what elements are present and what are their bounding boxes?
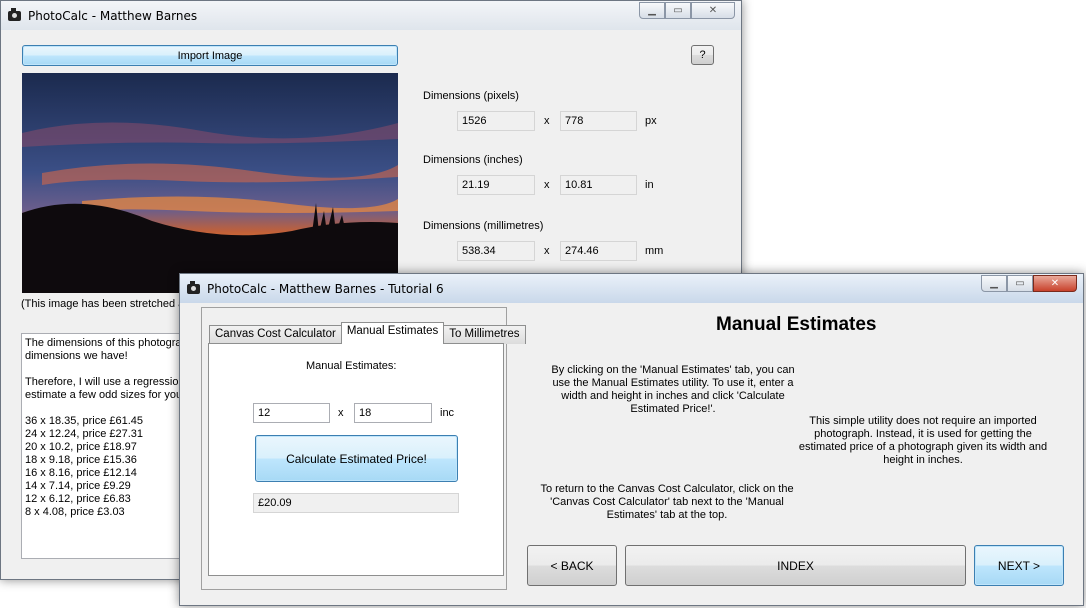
inches-unit-label: in [645, 179, 654, 191]
tab-manual-estimates[interactable]: Manual Estimates [340, 322, 445, 344]
return-paragraph: To return to the Canvas Cost Calculator,… [540, 483, 794, 521]
tab-canvas-cost[interactable]: Canvas Cost Calculator [209, 325, 342, 344]
mm-x-label: x [544, 245, 550, 257]
mm-width-field[interactable]: 538.34 [457, 241, 535, 261]
main-window-title: PhotoCalc - Matthew Barnes [28, 8, 198, 23]
mm-height-field[interactable]: 274.46 [560, 241, 637, 261]
close-button[interactable]: ✕ [1033, 275, 1077, 292]
pixels-label: Dimensions (pixels) [423, 90, 519, 102]
pixels-x-label: x [544, 115, 550, 127]
pixels-unit-label: px [645, 115, 657, 127]
page-heading: Manual Estimates [716, 314, 877, 335]
unit-label: inc [440, 407, 455, 419]
back-button[interactable]: < BACK [527, 545, 617, 586]
tutorial-titlebar[interactable]: PhotoCalc - Matthew Barnes - Tutorial 6 … [180, 274, 1083, 303]
manual-estimates-label: Manual Estimates: [306, 360, 397, 372]
maximize-button[interactable]: ▭ [1007, 275, 1033, 292]
camera-icon [187, 280, 200, 294]
height-input[interactable]: 18 [354, 403, 432, 423]
intro-paragraph: By clicking on the 'Manual Estimates' ta… [551, 364, 795, 415]
result-field: £20.09 [253, 493, 459, 513]
mm-unit-label: mm [645, 245, 664, 257]
close-button[interactable]: ✕ [691, 2, 735, 19]
import-image-button[interactable]: Import Image [22, 45, 398, 66]
tab-to-millimetres[interactable]: To Millimetres [443, 325, 526, 344]
pixels-height-field[interactable]: 778 [560, 111, 637, 131]
main-titlebar[interactable]: PhotoCalc - Matthew Barnes ▁ ▭ ✕ [1, 1, 741, 30]
next-button[interactable]: NEXT > [974, 545, 1064, 586]
utility-paragraph: This simple utility does not require an … [798, 415, 1048, 466]
tab-strip: Canvas Cost Calculator Manual Estimates … [209, 322, 526, 344]
calculate-button[interactable]: Calculate Estimated Price! [255, 435, 458, 482]
sunset-photo [22, 73, 398, 293]
mm-label: Dimensions (millimetres) [423, 220, 544, 232]
minimize-button[interactable]: ▁ [981, 275, 1007, 292]
x-label: x [338, 407, 344, 419]
maximize-button[interactable]: ▭ [665, 2, 691, 19]
camera-icon [8, 7, 21, 21]
inches-x-label: x [544, 179, 550, 191]
minimize-button[interactable]: ▁ [639, 2, 665, 19]
help-button[interactable]: ? [691, 45, 714, 65]
tutorial-window-title: PhotoCalc - Matthew Barnes - Tutorial 6 [207, 281, 444, 296]
index-button[interactable]: INDEX [625, 545, 966, 586]
inches-height-field[interactable]: 10.81 [560, 175, 637, 195]
pixels-width-field[interactable]: 1526 [457, 111, 535, 131]
stretch-caption: (This image has been stretched ar [21, 298, 188, 310]
inches-label: Dimensions (inches) [423, 154, 523, 166]
tutorial-window: PhotoCalc - Matthew Barnes - Tutorial 6 … [179, 273, 1084, 606]
width-input[interactable]: 12 [253, 403, 330, 423]
inches-width-field[interactable]: 21.19 [457, 175, 535, 195]
